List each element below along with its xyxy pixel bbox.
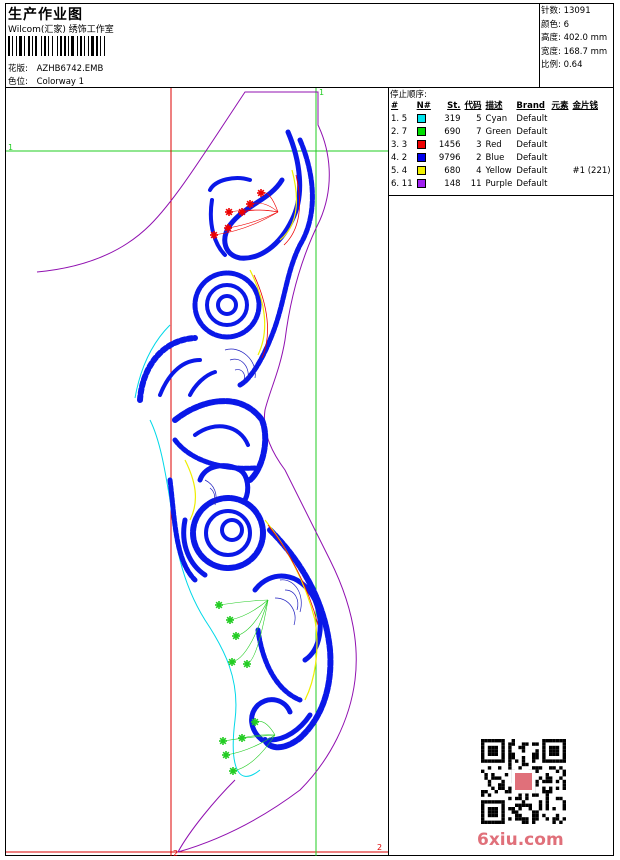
purple-outline-tail — [177, 779, 236, 853]
guide-label-bottom-mid: 2 — [173, 849, 178, 858]
qr-code — [481, 739, 566, 824]
purple-outline-path — [36, 91, 357, 853]
guide-label-left: 1 — [8, 143, 13, 152]
embroidery-design-canvas: 1 1 2 2 — [6, 88, 388, 858]
qr-center-logo — [515, 773, 532, 790]
blue-motif-group — [137, 129, 334, 751]
red-stitch-lines — [253, 174, 319, 626]
guide-label-bottom-right: 2 — [377, 843, 382, 852]
watermark-text: 6xiu.com — [477, 830, 564, 850]
green-star-cluster — [215, 599, 276, 775]
guide-label-top: 1 — [319, 88, 324, 97]
fill-line-details — [204, 348, 302, 626]
